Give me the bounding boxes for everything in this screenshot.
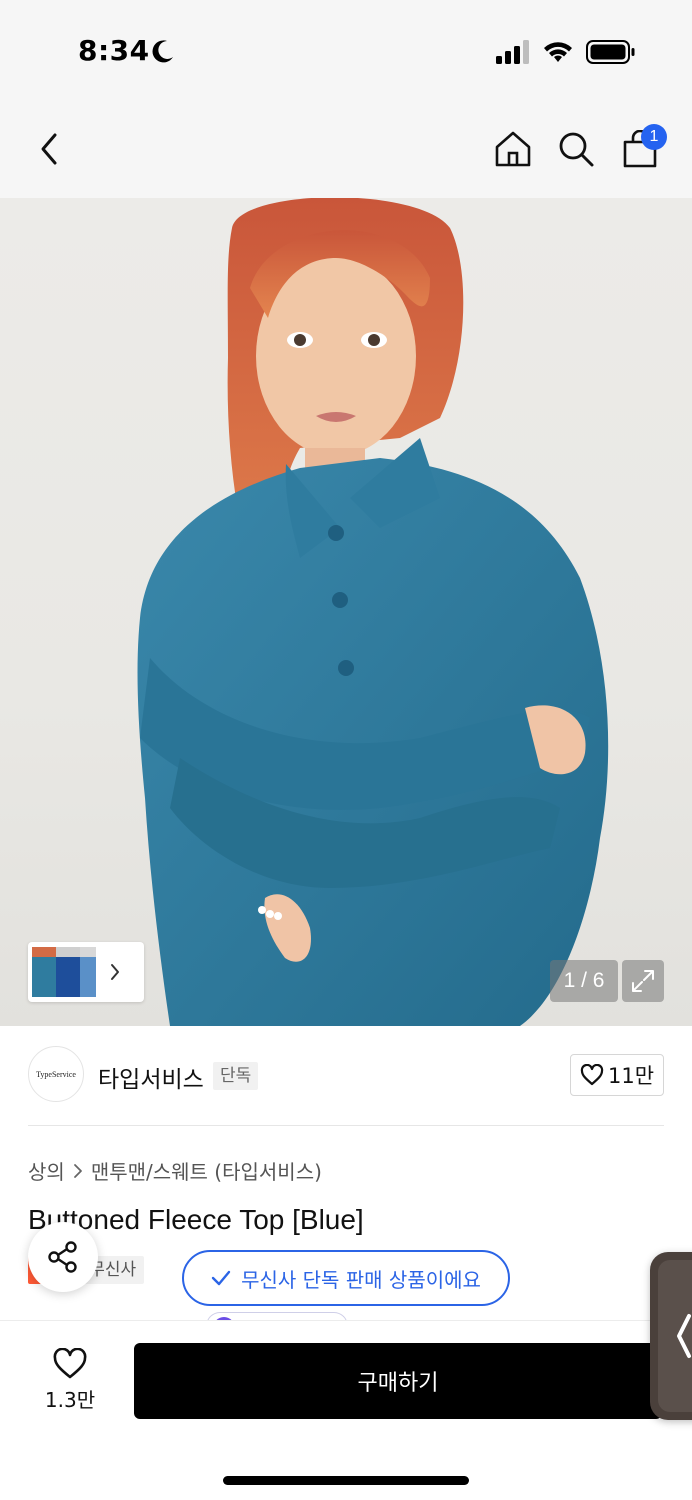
home-indicator[interactable]	[223, 1476, 469, 1485]
wishlist-button[interactable]: 1.3만	[30, 1345, 110, 1415]
cart-count-badge: 1	[641, 124, 667, 150]
breadcrumb: 상의 맨투맨/스웨트 (타입서비스)	[28, 1156, 322, 1185]
brand-logo[interactable]: TypeService	[28, 1046, 84, 1102]
toast-message: 무신사 단독 판매 상품이에요	[241, 1267, 481, 1292]
thumbnail-3[interactable]	[80, 947, 96, 997]
chevron-right-icon	[73, 1163, 82, 1178]
check-icon	[211, 1270, 231, 1286]
chevron-left-icon	[677, 1314, 691, 1358]
side-panel-handle-inner	[658, 1260, 692, 1412]
brand-like-count: 11만	[607, 1064, 655, 1088]
battery-icon	[586, 40, 635, 64]
signal-icon	[496, 40, 529, 64]
share-button[interactable]	[28, 1222, 98, 1292]
thumbnail-1[interactable]	[32, 947, 56, 997]
nav-bar: 1	[0, 100, 692, 198]
brand-name[interactable]: 타입서비스	[98, 1060, 204, 1094]
side-panel-handle[interactable]	[650, 1252, 692, 1420]
thumbnail-strip[interactable]	[28, 942, 144, 1002]
wishlist-count: 1.3만	[44, 1387, 96, 1412]
bottom-action-bar: 1.3만 구매하기	[0, 1320, 692, 1500]
buy-button[interactable]: 구매하기	[134, 1343, 662, 1419]
heart-icon	[53, 1347, 87, 1378]
status-time: 8:34	[78, 34, 150, 67]
expand-icon	[632, 970, 654, 992]
search-button[interactable]	[553, 126, 599, 172]
chevron-left-icon	[41, 133, 57, 165]
share-icon	[48, 1241, 77, 1273]
thumbnail-2[interactable]	[56, 947, 80, 997]
home-button[interactable]	[490, 126, 536, 172]
image-counter: 1 / 6	[550, 960, 618, 1002]
heart-icon	[580, 1064, 604, 1086]
exclusive-toast: 무신사 단독 판매 상품이에요	[182, 1250, 510, 1306]
buy-button-label: 구매하기	[357, 1371, 439, 1396]
back-button[interactable]	[26, 126, 72, 172]
exclusive-tag: 단독	[213, 1062, 259, 1090]
expand-button[interactable]	[622, 960, 664, 1002]
cart-button[interactable]: 1	[617, 124, 667, 172]
brand-logo-text: TypeService	[36, 1069, 76, 1079]
product-image[interactable]: 1 / 6	[0, 198, 692, 1026]
brand-like-button[interactable]: 11만	[570, 1054, 664, 1096]
status-bar: 8:34	[0, 0, 692, 100]
home-icon	[495, 131, 531, 167]
product-photo	[137, 198, 609, 1026]
wifi-icon	[544, 42, 572, 62]
moon-icon	[152, 40, 173, 63]
chevron-right-icon	[111, 964, 119, 980]
brand-row: TypeService 타입서비스 단독 11만	[0, 1026, 692, 1126]
breadcrumb-subcategory[interactable]: 맨투맨/스웨트 (타입서비스)	[91, 1156, 322, 1185]
divider	[28, 1125, 664, 1126]
search-icon	[559, 132, 594, 167]
breadcrumb-category[interactable]: 상의	[28, 1156, 65, 1185]
